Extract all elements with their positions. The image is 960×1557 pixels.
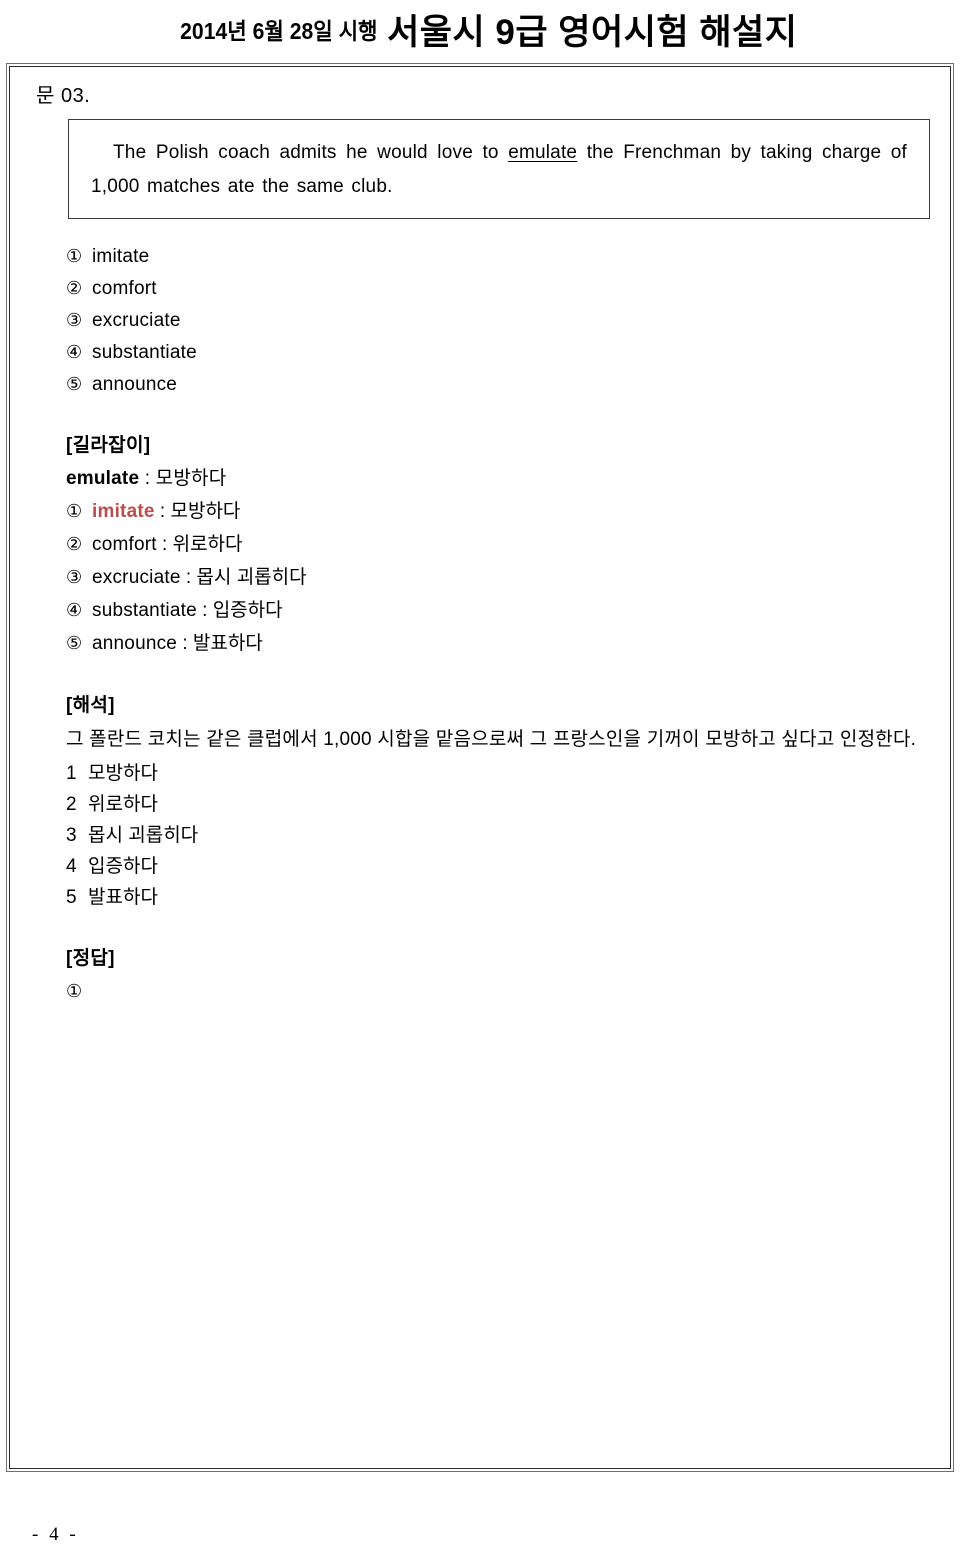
guide-entry-meaning: 몹시 괴롭히다 [196, 567, 307, 588]
guide-entry-body: imitate : 모방하다 [92, 495, 240, 528]
choice-item[interactable]: ④ substantiate [66, 337, 938, 368]
guide-entry-body: comfort : 위로하다 [92, 528, 243, 561]
translation-item: 4 입증하다 [66, 851, 938, 882]
choice-item[interactable]: ③ excruciate [66, 305, 938, 336]
choice-number: ② [66, 278, 83, 298]
translation-section-title: [해석] [66, 695, 115, 716]
guide-entry-term: imitate [92, 501, 155, 522]
guide-entry-term: substantiate [92, 600, 197, 621]
choice-label: substantiate [92, 342, 197, 363]
guide-entry-number: ② [66, 534, 83, 554]
choice-number: ④ [66, 342, 83, 362]
guide-entry-body: excruciate : 몹시 괴롭히다 [92, 561, 307, 594]
guide-section: [길라잡이] emulate : 모방하다 ① imitate : 모방하다 ②… [66, 430, 938, 660]
guide-entry-meaning: 입증하다 [212, 600, 283, 621]
title-date-prefix: 2014년 6월 28일 시행 [179, 18, 378, 44]
choice-number: ⑤ [66, 374, 83, 394]
page-number: - 4 - [32, 1524, 79, 1545]
answer-section: [정답] ① [66, 943, 938, 1007]
guide-entry-meaning: 위로하다 [172, 534, 243, 555]
translation-item-text: 모방하다 [88, 763, 158, 784]
guide-headword: emulate [66, 468, 140, 489]
guide-entry-separator: : [156, 534, 173, 555]
choice-list: ① imitate ② comfort ③ excruciate ④ subst… [66, 241, 938, 400]
guide-entry-separator: : [196, 600, 213, 621]
title-main-text: 서울시 9급 영어시험 해설지 [387, 12, 798, 52]
passage-text: The Polish coach admits he would love to… [91, 136, 907, 204]
document-content: 문 03. The Polish coach admits he would l… [30, 81, 938, 1007]
translation-item: 1 모방하다 [66, 758, 938, 789]
choice-label: imitate [92, 246, 150, 267]
translation-body: 그 폴란드 코치는 같은 클럽에서 1,000 시합을 맡음으로써 그 프랑스인… [66, 729, 917, 750]
page-border-inner: 문 03. The Polish coach admits he would l… [9, 66, 951, 1469]
choice-label: excruciate [92, 310, 181, 331]
translation-item: 3 몹시 괴롭히다 [66, 820, 938, 851]
guide-entry-number: ⑤ [66, 633, 83, 653]
translation-section: [해석] 그 폴란드 코치는 같은 클럽에서 1,000 시합을 맡음으로써 그… [66, 690, 938, 913]
guide-entry-meaning: 모방하다 [170, 501, 241, 522]
guide-headword-line: emulate : 모방하다 [66, 462, 938, 495]
translation-item-text: 몹시 괴롭히다 [88, 825, 199, 846]
guide-headword-separator: : [139, 468, 156, 489]
guide-entry: ③ excruciate : 몹시 괴롭히다 [66, 561, 938, 594]
guide-entry-separator: : [154, 501, 171, 522]
translation-item-number: 2 [66, 794, 77, 815]
choice-label: announce [92, 374, 178, 395]
guide-entry-number: ③ [66, 567, 83, 587]
question-number-label: 문 03. [36, 85, 91, 107]
guide-entry: ② comfort : 위로하다 [66, 528, 938, 561]
guide-headword-meaning: 모방하다 [155, 468, 227, 489]
translation-item: 2 위로하다 [66, 789, 938, 820]
guide-entry-term: comfort [92, 534, 157, 555]
guide-entry-separator: : [177, 633, 193, 654]
choice-item[interactable]: ① imitate [66, 241, 938, 272]
translation-item-text: 위로하다 [88, 794, 158, 815]
guide-section-title: [길라잡이] [66, 435, 151, 456]
page-border-outer: 문 03. The Polish coach admits he would l… [6, 63, 954, 1472]
answer-value: ① [66, 981, 83, 1001]
choice-item[interactable]: ⑤ announce [66, 369, 938, 400]
guide-entry-body: substantiate : 입증하다 [92, 594, 283, 627]
guide-entry-separator: : [180, 567, 197, 588]
guide-entry-number: ④ [66, 600, 83, 620]
choice-number: ③ [66, 310, 83, 330]
choice-label: comfort [92, 278, 157, 299]
answer-section-title: [정답] [66, 948, 115, 969]
translation-item-number: 3 [66, 825, 77, 846]
translation-item-number: 5 [66, 887, 77, 908]
choice-number: ① [66, 246, 83, 266]
guide-entry: ④ substantiate : 입증하다 [66, 594, 938, 627]
passage-text-before: The Polish coach admits he would love to [113, 142, 509, 163]
guide-entry-number: ① [66, 501, 83, 521]
guide-entry-term: excruciate [92, 567, 181, 588]
passage-box: The Polish coach admits he would love to… [68, 119, 930, 219]
translation-item-number: 1 [66, 763, 77, 784]
translation-item-text: 입증하다 [88, 856, 158, 877]
guide-entry: ⑤ announce : 발표하다 [66, 627, 938, 660]
translation-item-text: 발표하다 [88, 887, 158, 908]
translation-item-number: 4 [66, 856, 77, 877]
guide-entry-meaning: 발표하다 [192, 633, 263, 654]
guide-entry-body: announce : 발표하다 [92, 627, 263, 660]
translation-item: 5 발표하다 [66, 882, 938, 913]
guide-entry-term: announce [92, 633, 178, 654]
page-title: 2014년 6월 28일 시행 서울시 9급 영어시험 해설지 [0, 0, 960, 58]
choice-item[interactable]: ② comfort [66, 273, 938, 304]
guide-entry: ① imitate : 모방하다 [66, 495, 938, 528]
passage-underlined-word: emulate [508, 142, 578, 163]
